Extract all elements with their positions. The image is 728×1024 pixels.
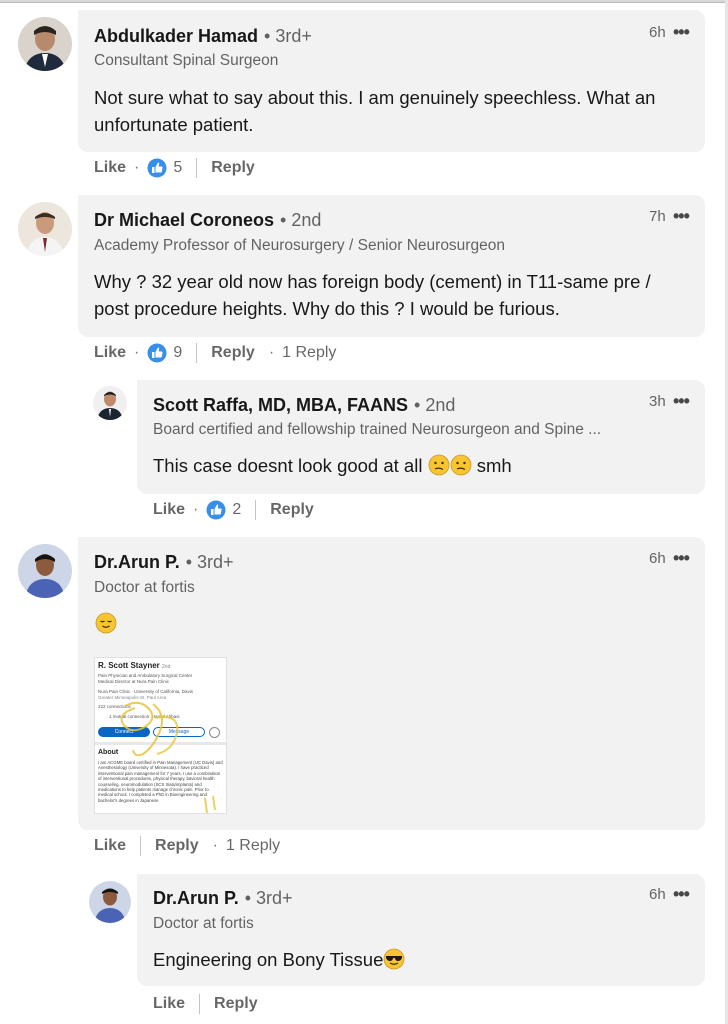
name-text[interactable]: Dr.Arun P. xyxy=(94,552,180,572)
comment-text: Why ? 32 year old now has foreign body (… xyxy=(94,271,651,319)
avatar[interactable] xyxy=(18,202,72,256)
divider xyxy=(255,500,257,520)
divider xyxy=(140,836,142,856)
commenter-name[interactable]: Dr.Arun P. • 3rd+ xyxy=(94,552,234,573)
reply-text: Engineering on Bony Tissue xyxy=(153,949,384,970)
like-button[interactable]: Like xyxy=(94,159,126,177)
separator-dot: · xyxy=(134,344,140,361)
reply-text-suffix: smh xyxy=(476,455,512,476)
name-text[interactable]: Abdulkader Hamad xyxy=(94,26,258,46)
timestamp: 6h xyxy=(649,550,666,567)
commenter-name[interactable]: Dr Michael Coroneos • 2nd xyxy=(94,210,321,231)
divider xyxy=(196,158,198,178)
comment-actions: Like Reply · 1 Reply xyxy=(94,835,280,857)
comment-text: Engineering on Bony Tissue xyxy=(153,946,693,973)
timestamp: 6h xyxy=(649,886,666,903)
commenter-name[interactable]: Scott Raffa, MD, MBA, FAANS • 2nd xyxy=(153,395,455,416)
avatar[interactable] xyxy=(18,544,72,598)
reply-button[interactable]: Reply xyxy=(155,837,199,855)
commenter-headline: Doctor at fortis xyxy=(153,915,254,932)
attached-image[interactable]: R. Scott Stayner 2nd Pain Physician and … xyxy=(94,657,227,814)
divider xyxy=(199,994,201,1014)
relieved-face-icon xyxy=(95,612,117,634)
avatar[interactable] xyxy=(93,386,127,420)
like-button[interactable]: Like xyxy=(153,501,185,519)
highlighter-scribble xyxy=(120,701,216,813)
separator-dot: · xyxy=(134,159,140,176)
top-divider xyxy=(0,0,728,3)
like-button[interactable]: Like xyxy=(153,995,185,1013)
like-reaction-icon[interactable] xyxy=(147,158,167,178)
comment-text: This case doesnt look good at all smh xyxy=(153,452,693,479)
avatar[interactable] xyxy=(18,17,72,71)
separator-dot: · xyxy=(193,501,199,518)
reply-button[interactable]: Reply xyxy=(211,344,255,362)
separator-dot: · xyxy=(212,837,218,854)
connection-degree: • 2nd xyxy=(414,395,456,415)
name-text[interactable]: Dr.Arun P. xyxy=(153,888,239,908)
comment-actions: Like · 2 Reply xyxy=(153,499,314,521)
commenter-name[interactable]: Dr.Arun P. • 3rd+ xyxy=(153,888,293,909)
reply-button[interactable]: Reply xyxy=(270,501,314,519)
commenter-name[interactable]: Abdulkader Hamad • 3rd+ xyxy=(94,26,312,47)
connection-degree: • 3rd+ xyxy=(244,888,293,908)
reaction-count[interactable]: 9 xyxy=(173,344,182,362)
more-options-icon[interactable]: ••• xyxy=(673,548,690,569)
replies-count-link[interactable]: 1 Reply xyxy=(282,344,336,362)
comment-actions: Like · 9 Reply · 1 Reply xyxy=(94,342,336,364)
like-reaction-icon[interactable] xyxy=(206,500,226,520)
comment-actions: Like Reply xyxy=(153,993,258,1015)
reply-text: This case doesnt look good at all xyxy=(153,455,423,476)
more-options-icon[interactable]: ••• xyxy=(673,391,690,412)
more-options-icon[interactable]: ••• xyxy=(673,22,690,43)
commenter-headline: Board certified and fellowship trained N… xyxy=(153,421,602,438)
like-reaction-icon[interactable] xyxy=(147,343,167,363)
reply-button[interactable]: Reply xyxy=(211,159,255,177)
timestamp: 6h xyxy=(649,24,666,41)
commenter-headline: Doctor at fortis xyxy=(94,579,195,596)
name-text[interactable]: Dr Michael Coroneos xyxy=(94,210,274,230)
sunglasses-face-icon xyxy=(383,948,405,970)
avatar[interactable] xyxy=(89,881,131,923)
name-text[interactable]: Scott Raffa, MD, MBA, FAANS xyxy=(153,395,408,415)
comment-text: Not sure what to say about this. I am ge… xyxy=(94,87,656,135)
comment-actions: Like · 5 Reply xyxy=(94,157,255,179)
reaction-count[interactable]: 5 xyxy=(173,159,182,177)
connection-degree: • 3rd+ xyxy=(185,552,234,572)
more-options-icon[interactable]: ••• xyxy=(673,884,690,905)
replies-count-link[interactable]: 1 Reply xyxy=(226,837,280,855)
timestamp: 3h xyxy=(649,393,666,410)
reply-button[interactable]: Reply xyxy=(214,995,258,1013)
like-button[interactable]: Like xyxy=(94,344,126,362)
commenter-headline: Consultant Spinal Surgeon xyxy=(94,52,279,69)
more-options-icon[interactable]: ••• xyxy=(673,206,690,227)
separator-dot: · xyxy=(268,344,275,361)
reaction-count[interactable]: 2 xyxy=(232,501,241,519)
like-button[interactable]: Like xyxy=(94,837,126,855)
divider xyxy=(196,343,198,363)
connection-degree: • 2nd xyxy=(280,210,322,230)
commenter-headline: Academy Professor of Neurosurgery / Seni… xyxy=(94,237,505,254)
connection-degree: • 3rd+ xyxy=(264,26,312,46)
confused-face-icon xyxy=(450,454,472,476)
timestamp: 7h xyxy=(649,208,666,225)
confused-face-icon xyxy=(428,454,450,476)
